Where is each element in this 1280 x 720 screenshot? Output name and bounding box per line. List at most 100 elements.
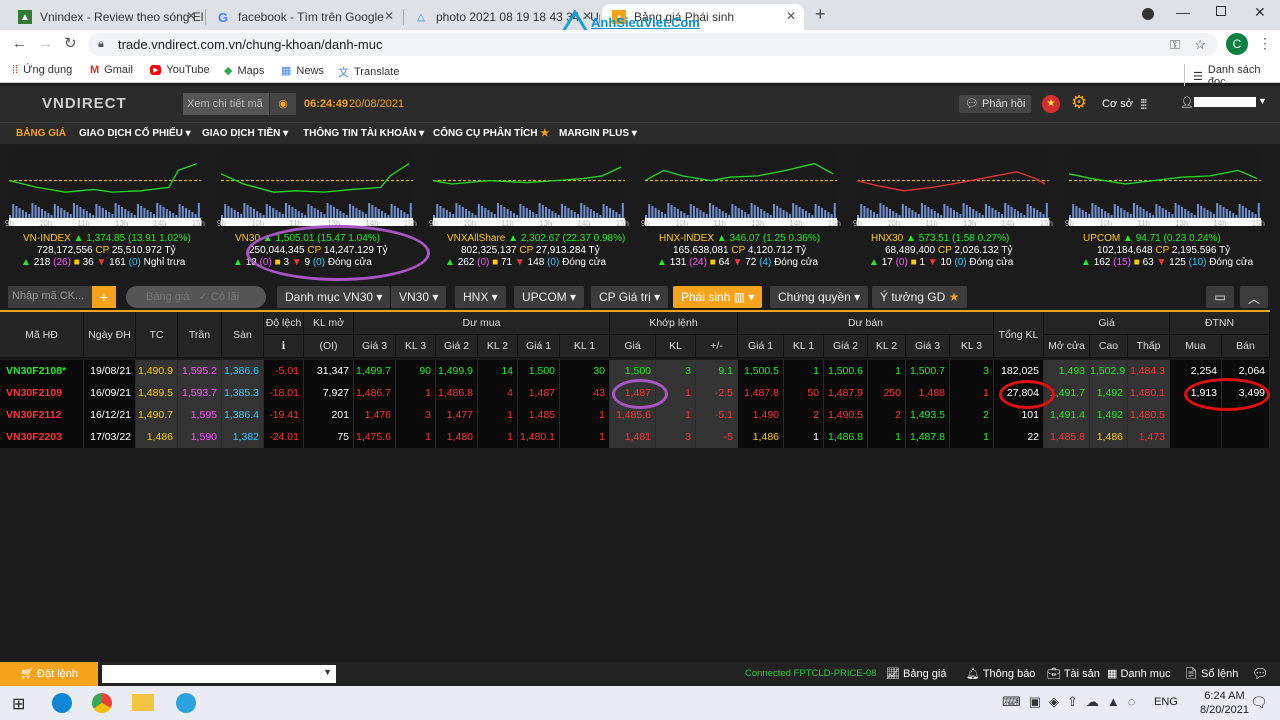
tab-danh-muc-vn30[interactable]: Danh mục VN30 ▾ bbox=[277, 286, 391, 308]
edge-icon[interactable] bbox=[52, 693, 72, 713]
volume-bar bbox=[1013, 209, 1016, 218]
contract-code[interactable]: VN30F2109 bbox=[0, 382, 84, 404]
user-dropdown-icon[interactable]: ▼ bbox=[1258, 96, 1267, 106]
contract-code[interactable]: VN30F2108* bbox=[0, 360, 84, 382]
close-tab-icon[interactable]: ✕ bbox=[186, 9, 196, 23]
bookmark-maps[interactable]: ◆ Maps bbox=[224, 64, 264, 78]
volume-bar bbox=[686, 215, 689, 218]
volume-bar bbox=[304, 215, 307, 218]
volume-bar bbox=[602, 204, 605, 218]
eye-icon[interactable]: ◉ bbox=[270, 93, 296, 115]
address-bar[interactable]: 🔒︎ trade.vndirect.com.vn/chung-khoan/dan… bbox=[88, 33, 1218, 56]
collapse-icon[interactable]: ︿ bbox=[1240, 286, 1268, 308]
menu-giao-dich-tien[interactable]: GIAO DỊCH TIỀN ▾ bbox=[202, 128, 288, 139]
bookmark-youtube[interactable]: ▶ YouTube bbox=[150, 64, 210, 76]
tab-upcom[interactable]: UPCOM ▾ bbox=[514, 286, 585, 308]
tab-phai-sinh[interactable]: Phái sinh ▥ ▾ bbox=[673, 286, 763, 308]
browser-tab[interactable]: ▲ Vnindex - Review theo sóng Elliott ✕ bbox=[8, 4, 204, 30]
settings-gear-icon[interactable]: ⚙ bbox=[1071, 92, 1087, 113]
volume-bar bbox=[243, 203, 246, 218]
stock-code-input[interactable]: Nhập mã CK... bbox=[8, 286, 92, 308]
reload-icon[interactable]: ↻ bbox=[64, 34, 77, 52]
back-icon[interactable]: ← bbox=[12, 35, 27, 52]
bookmark-star-icon[interactable]: ☆ bbox=[1194, 33, 1206, 56]
windows-start-icon[interactable]: ⊞ bbox=[12, 694, 25, 714]
monitor-icon[interactable]: ▭ bbox=[1206, 286, 1234, 308]
tab-y-tuong-gd[interactable]: Ý tưởng GD ★ bbox=[872, 286, 968, 308]
bookmark-gmail[interactable]: M Gmail bbox=[90, 64, 133, 76]
volume-bar bbox=[506, 209, 509, 218]
mini-chart-vn30[interactable] bbox=[221, 150, 413, 226]
footer-link-tai-san[interactable]: 💼︎ Tài sản bbox=[1047, 667, 1100, 680]
account-select[interactable]: ▼ bbox=[102, 665, 336, 683]
apps-grid-icon[interactable]: ⁞⁞⁞ bbox=[1140, 96, 1148, 112]
language-indicator[interactable]: ENG bbox=[1154, 696, 1178, 708]
volume-bar bbox=[1072, 204, 1075, 218]
feedback-button[interactable]: 💬︎ Phản hồi bbox=[959, 95, 1032, 113]
mini-chart-hnx-index[interactable] bbox=[645, 150, 837, 226]
footer-link-danh-muc[interactable]: ▦ Danh mục bbox=[1107, 667, 1171, 680]
close-tab-icon[interactable]: ✕ bbox=[786, 9, 796, 23]
tray-icons[interactable]: ⌨▣◈⇧☁▲◌ bbox=[1002, 694, 1144, 710]
close-tab-icon[interactable]: ✕ bbox=[384, 9, 394, 23]
close-window-icon[interactable]: ✕ bbox=[1254, 4, 1266, 21]
bookmark-news[interactable]: ▦ News bbox=[281, 64, 324, 78]
tab-cp-gia-tri[interactable]: CP Giá trị ▾ bbox=[591, 286, 669, 308]
mini-chart-vnxallshare[interactable] bbox=[433, 150, 625, 226]
chrome-icon[interactable] bbox=[92, 693, 112, 713]
forward-icon[interactable]: → bbox=[38, 35, 53, 52]
menu-kebab-icon[interactable]: ⋮ bbox=[1258, 35, 1272, 52]
menu-thong-tin-tai-khoan[interactable]: THÔNG TIN TÀI KHOẢN ▾ bbox=[303, 128, 424, 139]
index-breadth: ▲ 162 (15) ■ 63 ▼ 125 (10) Đóng cửa bbox=[1081, 257, 1254, 268]
bookmark-apps[interactable]: ⁞⁞ Ứng dụng bbox=[12, 64, 72, 76]
menu-bang-gia[interactable]: BẢNG GIÁ bbox=[16, 128, 66, 139]
tab-search-icon[interactable] bbox=[1142, 8, 1154, 20]
file-explorer-icon[interactable] bbox=[132, 694, 154, 711]
notification-icon[interactable]: 🗨︎ bbox=[1250, 694, 1268, 711]
footer-link-bang-gia[interactable]: 📈︎ Bảng giá bbox=[886, 667, 946, 680]
new-tab-button[interactable]: + bbox=[815, 4, 826, 25]
menu-cong-cu-phan-tich[interactable]: CÔNG CỤ PHÂN TÍCH ★ bbox=[433, 128, 549, 139]
mini-chart-hnx30[interactable] bbox=[857, 150, 1049, 226]
volume-bar bbox=[323, 214, 326, 218]
news-icon: ▦ bbox=[281, 65, 292, 77]
volume-bar bbox=[390, 204, 393, 218]
add-stock-button[interactable]: + bbox=[92, 286, 116, 308]
volume-bar bbox=[291, 207, 294, 218]
google-favicon-icon: G bbox=[217, 9, 229, 25]
chat-bubble-icon[interactable]: 💬︎ bbox=[1252, 666, 1269, 682]
key-icon[interactable]: ⚿ bbox=[1170, 33, 1180, 56]
vietnam-flag-icon[interactable]: ★ bbox=[1042, 95, 1060, 113]
mini-chart-upcom[interactable] bbox=[1069, 150, 1261, 226]
footer-link-thong-bao[interactable]: 🔔︎ Thông báo bbox=[966, 667, 1035, 680]
table-cell: 1 bbox=[396, 426, 436, 448]
quick-search-input[interactable]: Xem chi tiết mã bbox=[183, 93, 269, 115]
menu-giao-dich-co-phieu[interactable]: GIAO DỊCH CỔ PHIẾU ▾ bbox=[79, 128, 191, 139]
footer-link-so-lenh[interactable]: 📄︎ Sổ lệnh bbox=[1184, 667, 1238, 680]
browser-tab[interactable]: Gfacebook - Tìm trên Google ✕ bbox=[206, 4, 402, 30]
contract-code[interactable]: VN30F2112 bbox=[0, 404, 84, 426]
minimize-icon[interactable]: — bbox=[1176, 4, 1190, 20]
place-order-button[interactable]: 🛒︎ Đặt lệnh bbox=[0, 662, 98, 686]
tab-vn30[interactable]: VN30 ▾ bbox=[391, 286, 447, 308]
taskbar-clock[interactable]: 6:24 AM 8/20/2021 bbox=[1200, 689, 1249, 717]
volume-bar bbox=[824, 210, 827, 218]
price-board-toggle[interactable]: Bảng giá ✓ Có lãi bbox=[126, 286, 266, 308]
tab-hnx[interactable]: HNX ▾ bbox=[455, 286, 506, 308]
volume-bar bbox=[545, 207, 547, 218]
mode-label[interactable]: Cơ sở bbox=[1102, 98, 1133, 110]
user-icon[interactable]: 👤︎ bbox=[1180, 96, 1194, 109]
profile-avatar[interactable]: C bbox=[1226, 33, 1248, 55]
contract-code[interactable]: VN30F2203 bbox=[0, 426, 84, 448]
telegram-icon[interactable] bbox=[176, 693, 196, 713]
reading-list[interactable]: ☰ Danh sách đọc bbox=[1184, 64, 1280, 88]
volume-bar bbox=[827, 212, 830, 218]
maximize-icon[interactable] bbox=[1216, 6, 1226, 16]
bookmark-translate[interactable]: 文 Translate bbox=[338, 64, 399, 80]
tab-chung-quyen[interactable]: Chứng quyền ▾ bbox=[770, 286, 869, 308]
volume-bar bbox=[814, 204, 817, 218]
menu-margin-plus[interactable]: MARGIN PLUS ▾ bbox=[559, 128, 637, 139]
volume-bar bbox=[377, 209, 380, 218]
table-cell: 1 bbox=[950, 382, 994, 404]
mini-chart-vn-index[interactable] bbox=[9, 150, 201, 226]
